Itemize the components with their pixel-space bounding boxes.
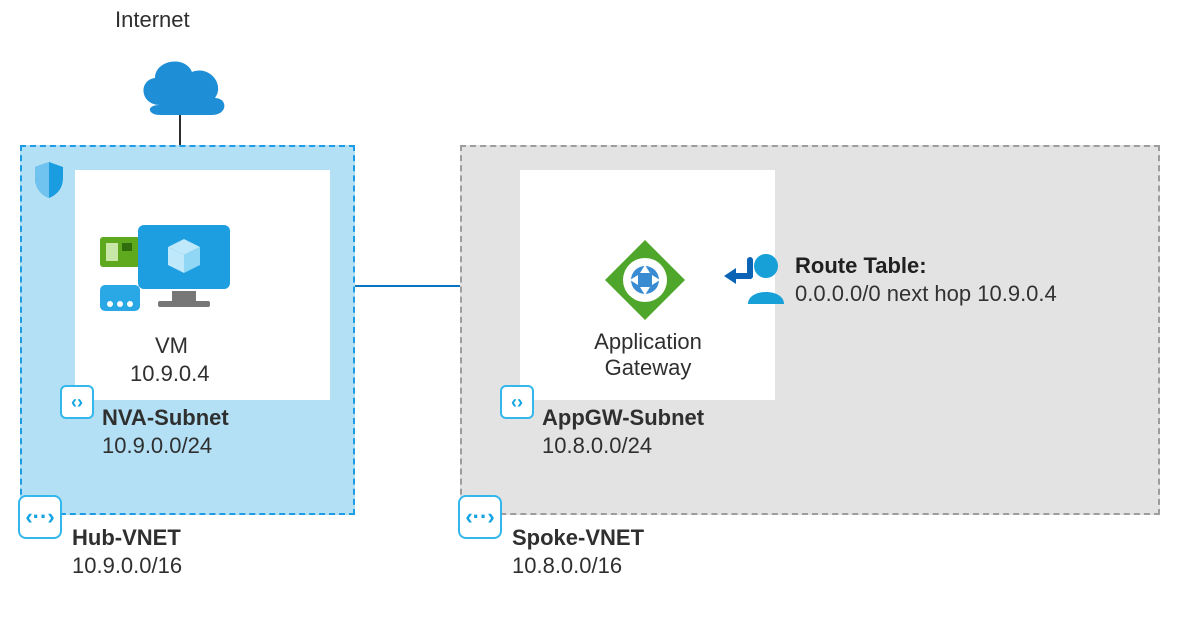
subnet-badge-icon: ‹›	[500, 385, 534, 419]
cloud-icon	[130, 50, 230, 120]
route-table-title: Route Table:	[795, 252, 927, 280]
vm-title: VM	[155, 332, 188, 360]
application-gateway-icon	[600, 235, 690, 325]
appgw-label-line2: Gateway	[583, 354, 713, 382]
vnet-badge-icon: ‹··›	[458, 495, 502, 539]
internet-label: Internet	[115, 6, 190, 34]
hub-vnet-cidr: 10.9.0.0/16	[72, 552, 182, 580]
nva-subnet-cidr: 10.9.0.0/24	[102, 432, 212, 460]
nva-subnet-name: NVA-Subnet	[102, 404, 229, 432]
shield-icon	[32, 160, 66, 200]
svg-text:‹··›: ‹··›	[465, 504, 494, 529]
hub-vnet-name: Hub-VNET	[72, 524, 181, 552]
vnet-badge-icon: ‹··›	[18, 495, 62, 539]
route-table-entry: 0.0.0.0/0 next hop 10.9.0.4	[795, 280, 1057, 308]
svg-text:‹··›: ‹··›	[25, 504, 54, 529]
vm-ip: 10.9.0.4	[130, 360, 210, 388]
svg-text:‹›: ‹›	[71, 392, 83, 412]
spoke-vnet-cidr: 10.8.0.0/16	[512, 552, 622, 580]
subnet-badge-icon: ‹›	[60, 385, 94, 419]
vm-icon	[100, 225, 250, 335]
appgw-label-line1: Application	[583, 328, 713, 356]
route-table-icon	[720, 246, 790, 308]
svg-text:‹›: ‹›	[511, 392, 523, 412]
appgw-subnet-cidr: 10.8.0.0/24	[542, 432, 652, 460]
appgw-subnet-name: AppGW-Subnet	[542, 404, 704, 432]
spoke-vnet-name: Spoke-VNET	[512, 524, 644, 552]
